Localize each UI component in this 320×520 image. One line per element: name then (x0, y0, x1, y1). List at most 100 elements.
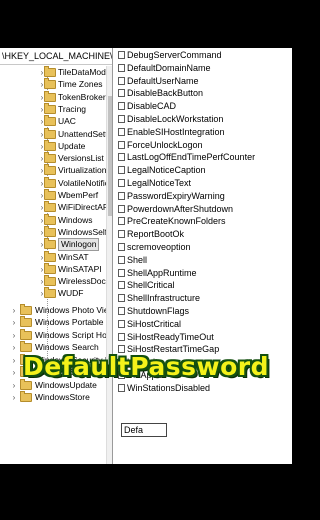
tree-node[interactable]: › TokenBroker (0, 90, 112, 104)
tree-node[interactable]: › TileDataModel (0, 66, 112, 79)
tree-node[interactable]: › WUDF (0, 287, 112, 300)
autocomplete-item[interactable]: VMApplet (113, 369, 291, 381)
autocomplete-item[interactable]: DisableBackButton (113, 87, 291, 99)
expand-chevron-icon[interactable]: › (10, 341, 18, 354)
item-bullet-icon (118, 204, 125, 213)
autocomplete-item[interactable]: ReportBootOk (113, 228, 291, 240)
tree-node-label: WiFiDirectAPI (58, 202, 111, 213)
expand-chevron-icon[interactable]: › (10, 366, 18, 379)
autocomplete-item[interactable]: ShellCritical (113, 279, 291, 291)
tree-node[interactable]: ›VolatileNotifications (0, 176, 112, 190)
tree-node-label: UAC (58, 116, 76, 127)
tree-node[interactable]: › Windows Portable Devices (0, 316, 112, 329)
autocomplete-item[interactable]: DefaultDomainName (113, 62, 291, 74)
tree-node[interactable]: › Winlogon (0, 238, 112, 252)
autocomplete-item[interactable]: PowerdownAfterShutdown (113, 203, 291, 215)
autocomplete-item[interactable]: ShutdownFlags (113, 305, 291, 317)
tree-node[interactable]: › Update (0, 139, 112, 153)
value-name-input[interactable]: Defa (121, 423, 167, 437)
tree-node[interactable]: ›UnattendSettings (0, 127, 112, 141)
tree-node[interactable]: › Windows Security Health (0, 353, 112, 367)
tree-node-label: UnattendSettings (58, 128, 112, 139)
autocomplete-item-label: ShellCritical (127, 280, 175, 291)
autocomplete-item[interactable]: Shell (113, 254, 291, 266)
autocomplete-item[interactable]: DebugServerCommand (113, 49, 291, 61)
tree-node[interactable]: › Windows (0, 213, 112, 227)
autocomplete-item-label: PowerdownAfterShutdown (127, 203, 234, 214)
autocomplete-item[interactable]: LegalNoticeText (113, 177, 291, 189)
tree-node[interactable]: › VersionsList (0, 152, 112, 165)
item-bullet-icon (118, 255, 125, 264)
autocomplete-item[interactable]: SiHostReadyTimeOut (113, 331, 291, 343)
autocomplete-item[interactable]: SiHostRestartTimeGap (113, 343, 291, 355)
item-bullet-icon (118, 89, 125, 98)
tree-node-label: WinSATAPI (58, 263, 102, 274)
folder-icon (20, 341, 32, 353)
tree-node[interactable]: ›WindowsSelfHost (0, 366, 112, 379)
registry-tree-pane: › TileDataModel › Time Zones › TokenBroker › Tr… (0, 66, 112, 464)
autocomplete-item-label: PreCreateKnownFolders (127, 216, 226, 227)
autocomplete-item[interactable]: ShellAppRuntime (113, 267, 291, 279)
expand-chevron-icon[interactable]: › (10, 304, 18, 317)
autocomplete-item[interactable]: DisableCAD (113, 100, 291, 112)
autocomplete-item-label: LegalNoticeText (127, 178, 192, 188)
tree-node-label: TileDataModel (58, 67, 112, 77)
autocomplete-item[interactable]: PasswordExpiryWarning (113, 190, 291, 202)
tree-node[interactable]: › WindowsStore (0, 391, 112, 404)
autocomplete-item[interactable]: LastLogOffEndTimePerfCounter (113, 151, 291, 163)
tree-node-label: Windows Portable Devices (35, 317, 112, 328)
autocomplete-item-label: DebugServerCommand (127, 50, 222, 60)
autocomplete-item-label: ShellAppRuntime (127, 267, 197, 278)
item-bullet-icon (118, 127, 125, 136)
autocomplete-item[interactable]: SiHostCritical (113, 318, 291, 330)
item-bullet-icon (118, 371, 125, 379)
tree-node[interactable]: › WindowsUpdate (0, 378, 112, 392)
expand-chevron-icon[interactable]: › (10, 391, 18, 404)
folder-icon (20, 303, 32, 315)
folder-icon (44, 238, 56, 250)
autocomplete-item-label: DefaultUserName (127, 75, 199, 86)
tree-node[interactable]: › Windows Script Host (0, 328, 112, 342)
autocomplete-item-label: SiHostRestartTimeGap (127, 344, 220, 355)
tree-node[interactable]: ›WirelessDocking (0, 275, 112, 288)
autocomplete-item[interactable]: EnableSIHostIntegration (113, 126, 291, 138)
autocomplete-item-label: SiHostCritical (127, 318, 182, 329)
folder-icon (44, 152, 56, 164)
item-bullet-icon (118, 307, 125, 315)
tree-node-label: WirelessDocking (58, 276, 112, 287)
autocomplete-item-label: PasswordExpiryWarning (127, 190, 225, 201)
tree-node-label: Windows (58, 214, 93, 225)
tree-node[interactable]: › Time Zones (0, 78, 112, 91)
tree-node[interactable]: › WbemPerf (0, 189, 112, 202)
tree-node[interactable]: › Windows Search (0, 341, 112, 354)
expand-chevron-icon[interactable]: › (10, 316, 18, 329)
autocomplete-item[interactable]: DefaultUserName (113, 75, 291, 87)
autocomplete-item[interactable]: scremoveoption (113, 241, 291, 253)
autocomplete-item[interactable]: DisableLockWorkstation (113, 113, 291, 125)
tree-node[interactable]: › WinSAT (0, 250, 112, 264)
tree-node[interactable]: › WinSATAPI (0, 262, 112, 276)
folder-icon (44, 115, 56, 127)
folder-icon (44, 139, 56, 151)
tree-node[interactable]: › Virtualization (0, 164, 112, 177)
tree-node-label: VersionsList (58, 153, 104, 164)
autocomplete-item[interactable]: LegalNoticeCaption (113, 164, 291, 176)
autocomplete-item-label: DisableLockWorkstation (127, 114, 224, 124)
autocomplete-item[interactable]: Userinit (113, 356, 291, 368)
expand-chevron-icon[interactable]: › (10, 379, 18, 392)
autocomplete-item[interactable]: ForceUnlockLogon (113, 139, 291, 151)
tree-node[interactable]: › UAC (0, 115, 112, 128)
tree-node-label: VolatileNotifications (58, 177, 112, 188)
folder-icon (20, 316, 32, 328)
tree-node[interactable]: › WiFiDirectAPI (0, 201, 112, 214)
autocomplete-item[interactable]: PreCreateKnownFolders (113, 215, 291, 227)
expand-chevron-icon[interactable]: › (10, 354, 18, 367)
autocomplete-item-label: ReportBootOk (127, 229, 185, 240)
item-bullet-icon (118, 230, 125, 239)
tree-node[interactable]: › Tracing (0, 102, 112, 116)
expand-chevron-icon[interactable]: › (10, 329, 18, 342)
autocomplete-item[interactable]: ShellInfrastructure (113, 292, 291, 304)
tree-node[interactable]: › Windows Photo Viewer (0, 303, 112, 317)
tree-node[interactable]: ›WindowsSelfHost (0, 225, 112, 239)
autocomplete-item[interactable]: WinStationsDisabled (113, 382, 291, 394)
